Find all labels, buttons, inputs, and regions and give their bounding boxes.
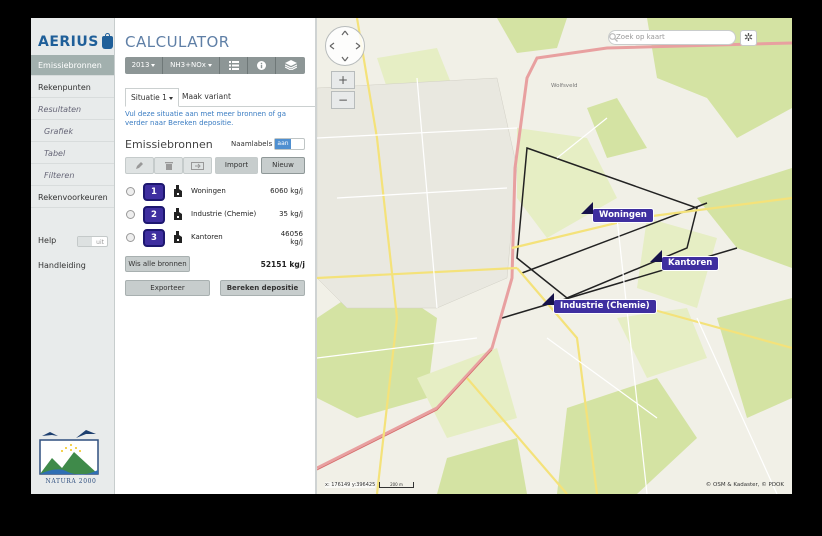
section-title: Emissiebronnen bbox=[125, 138, 213, 151]
trash-icon bbox=[164, 162, 173, 170]
source-name: Woningen bbox=[191, 187, 226, 195]
natura2000-text: NATURA 2000 bbox=[45, 478, 97, 485]
calculator-toolbar: 2013 NH3+NOx bbox=[125, 57, 305, 74]
nav-item-handleiding[interactable]: Handleiding bbox=[31, 255, 114, 276]
chevron-down-icon bbox=[168, 96, 173, 100]
source-row[interactable]: 1 Woningen 6060 kg/j bbox=[125, 183, 305, 203]
naamlabels-label: Naamlabels bbox=[231, 140, 273, 148]
source-row[interactable]: 3 Kantoren 46056 kg/j bbox=[125, 229, 305, 249]
zoom-out-button[interactable]: − bbox=[331, 91, 355, 109]
help-row: Help uit bbox=[38, 236, 108, 248]
natura2000-emblem-icon bbox=[39, 430, 99, 475]
source-emission: 46056 kg/j bbox=[281, 230, 303, 246]
import-button[interactable]: Import bbox=[215, 157, 258, 174]
nav-item-grafiek[interactable]: Grafiek bbox=[31, 121, 114, 142]
source-row[interactable]: 2 Industrie (Chemie) 35 kg/j bbox=[125, 206, 305, 226]
coordinate-readout: x: 176149 y:396425 bbox=[325, 482, 376, 488]
total-emission: 52151 kg/j bbox=[260, 260, 305, 269]
map-label-woningen[interactable]: Woningen bbox=[592, 208, 654, 223]
tab-situatie-1[interactable]: Situatie 1 bbox=[125, 88, 179, 107]
nav-item-tabel[interactable]: Tabel bbox=[31, 143, 114, 164]
map-search-input[interactable]: Zoek op kaart bbox=[608, 30, 736, 45]
nav-item-emissiebronnen[interactable]: Emissiebronnen bbox=[31, 55, 114, 76]
substance-select[interactable]: NH3+NOx bbox=[163, 57, 220, 74]
source-radio[interactable] bbox=[126, 233, 135, 242]
map-search-placeholder: Zoek op kaart bbox=[616, 33, 665, 41]
calculate-deposition-button[interactable]: Bereken depositie bbox=[220, 280, 305, 296]
tab-maak-variant[interactable]: Maak variant bbox=[177, 88, 236, 105]
layers-button[interactable] bbox=[276, 57, 305, 74]
map-canvas[interactable]: Wolfsveld bbox=[317, 18, 792, 494]
source-emission-value: 46056 bbox=[280, 230, 303, 238]
list-button[interactable] bbox=[220, 57, 248, 74]
nav-item-rekenpunten[interactable]: Rekenpunten bbox=[31, 77, 114, 98]
map-view[interactable]: Wolfsveld + − Zoek op kaart ✲ Woningen K… bbox=[317, 18, 792, 494]
help-toggle[interactable]: uit bbox=[77, 236, 108, 247]
chevron-down-icon bbox=[207, 63, 212, 67]
source-number-badge: 2 bbox=[143, 206, 165, 224]
map-label-industrie[interactable]: Industrie (Chemie) bbox=[553, 299, 657, 314]
calculator-panel: CALCULATOR 2013 NH3+NOx Situatie 1 Maak … bbox=[115, 18, 317, 494]
source-emission-unit: kg/j bbox=[290, 238, 303, 246]
page-title: CALCULATOR bbox=[125, 33, 230, 51]
building-icon bbox=[174, 231, 182, 243]
source-name: Kantoren bbox=[191, 233, 223, 241]
help-label: Help bbox=[38, 236, 57, 245]
natura2000-logo: NATURA 2000 bbox=[38, 428, 104, 488]
chevron-down-icon bbox=[151, 63, 156, 67]
new-source-button[interactable]: Nieuw bbox=[261, 157, 305, 174]
source-emission: 6060 kg/j bbox=[270, 187, 303, 195]
main-navigation: AERIUS Emissiebronnen Rekenpunten Result… bbox=[31, 18, 115, 494]
nav-item-filteren[interactable]: Filteren bbox=[31, 165, 114, 186]
aerius-app: AERIUS Emissiebronnen Rekenpunten Result… bbox=[31, 18, 792, 494]
source-emission: 35 kg/j bbox=[279, 210, 303, 218]
source-number-badge: 1 bbox=[143, 183, 165, 201]
export-button[interactable]: Exporteer bbox=[125, 280, 210, 296]
list-icon bbox=[228, 61, 239, 70]
situation-tabs: Situatie 1 Maak variant bbox=[125, 88, 315, 107]
search-icon bbox=[609, 33, 618, 42]
info-icon bbox=[257, 61, 266, 70]
source-name: Industrie (Chemie) bbox=[191, 210, 257, 218]
hint-text: Vul deze situatie aan met meer bronnen o… bbox=[125, 110, 287, 127]
year-value: 2013 bbox=[131, 61, 150, 69]
pan-arrows-icon bbox=[329, 30, 361, 62]
lock-logo-icon bbox=[101, 32, 113, 49]
pencil-icon bbox=[136, 162, 143, 169]
zoom-in-button[interactable]: + bbox=[331, 71, 355, 89]
year-select[interactable]: 2013 bbox=[125, 57, 163, 74]
naamlabels-toggle[interactable]: aan bbox=[274, 138, 305, 150]
tab-situatie-label: Situatie 1 bbox=[131, 93, 167, 102]
source-actions-bar: Import Nieuw bbox=[125, 157, 305, 174]
gear-icon: ✲ bbox=[743, 31, 754, 44]
copy-icon bbox=[191, 162, 204, 170]
factory-icon bbox=[174, 208, 182, 220]
delete-button[interactable] bbox=[154, 157, 183, 174]
source-number-badge: 3 bbox=[143, 229, 165, 247]
edit-button[interactable] bbox=[125, 157, 154, 174]
logo-text: AERIUS bbox=[38, 34, 99, 50]
place-name-wolfsveld: Wolfsveld bbox=[551, 83, 577, 89]
substance-value: NH3+NOx bbox=[170, 61, 206, 69]
pan-control[interactable] bbox=[325, 26, 365, 66]
nav-item-rekenvoorkeuren[interactable]: Rekenvoorkeuren bbox=[31, 187, 114, 208]
map-label-kantoren[interactable]: Kantoren bbox=[661, 256, 720, 271]
naamlabels-toggle-value: aan bbox=[275, 139, 291, 149]
aerius-logo[interactable]: AERIUS bbox=[38, 31, 113, 53]
source-radio[interactable] bbox=[126, 210, 135, 219]
info-button[interactable] bbox=[248, 57, 276, 74]
map-settings-button[interactable]: ✲ bbox=[740, 30, 757, 46]
source-radio[interactable] bbox=[126, 187, 135, 196]
layers-icon bbox=[284, 60, 297, 71]
copy-button[interactable] bbox=[183, 157, 212, 174]
building-icon bbox=[174, 185, 182, 197]
nav-section-resultaten: Resultaten bbox=[31, 99, 114, 120]
scale-bar: 200 m bbox=[379, 482, 414, 488]
map-attribution: © OSM & Kadaster, © PDOK bbox=[705, 482, 784, 488]
clear-all-button[interactable]: Wis alle bronnen bbox=[125, 256, 190, 272]
